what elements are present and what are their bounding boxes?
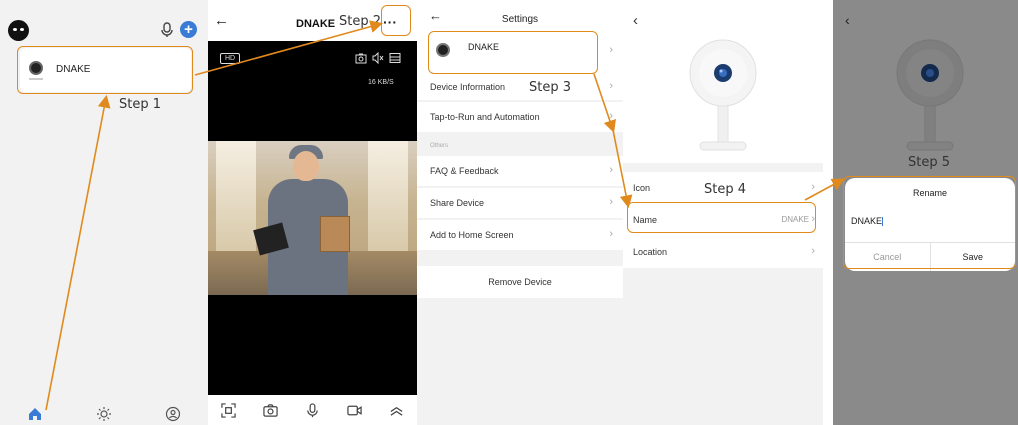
add-icon[interactable]: + [180,21,197,38]
step4-highlight [627,202,816,233]
camera-device-image [896,39,964,151]
settings-header: ← Settings [417,0,623,28]
settings-title: Settings [501,14,539,25]
chevron-right-icon: › [609,228,613,240]
mute-icon[interactable] [372,52,384,64]
step2-highlight [381,5,411,36]
chevron-right-icon: › [609,164,613,176]
chevron-right-icon: › [811,245,815,257]
settings-item-faq[interactable]: FAQ & Feedback › [417,156,623,186]
settings-item-tap-to-run[interactable]: Tap-to-Run and Automation › [417,102,623,132]
expand-icon[interactable] [389,403,404,418]
settings-item-share-device[interactable]: Share Device › [417,188,623,218]
step2-label: Step 2 [339,14,382,29]
step5-highlight [843,176,1016,269]
package-image [320,216,350,252]
camera-video-feed[interactable] [208,141,417,295]
live-view-top-icons [355,52,401,64]
chevron-right-icon: › [609,80,613,92]
stream-speed: 16 KB/S [368,79,394,86]
scene-icon[interactable] [96,406,112,422]
chevron-right-icon: › [609,196,613,208]
live-view-controls [208,395,417,425]
step3-label: Step 3 [529,80,572,95]
step5-label: Step 5 [908,155,951,170]
back-chevron-icon[interactable]: ‹ [633,12,638,29]
microphone-icon[interactable] [305,402,320,418]
microphone-icon[interactable] [160,22,174,38]
avatar-icon[interactable] [8,20,29,41]
home-icon[interactable] [27,406,43,422]
remove-device-button[interactable]: Remove Device [417,266,623,298]
back-arrow-icon[interactable]: ← [214,12,229,29]
back-chevron-icon[interactable]: ‹ [845,12,850,28]
panel-separator [823,0,833,425]
snapshot-icon[interactable] [355,52,367,64]
live-view-screen: ← DNAKE ··· HD 16 KB/S [208,0,417,425]
profile-icon[interactable] [165,406,181,422]
settings-item-device-information[interactable]: Device Information › [417,74,623,100]
device-image-area: ‹ [623,0,823,163]
detail-row-location[interactable]: Location › [623,236,823,268]
step4-label: Step 4 [704,182,747,197]
layout-icon[interactable] [389,52,401,64]
chevron-right-icon: › [811,181,815,193]
hd-quality-badge[interactable]: HD [220,53,241,64]
screenshot-icon[interactable] [221,402,237,418]
bottom-tab-bar [0,403,208,425]
step1-label: Step 1 [119,97,162,112]
chevron-right-icon: › [609,44,613,56]
step3-highlight [428,31,598,74]
step1-highlight [17,46,193,94]
record-icon[interactable] [347,403,362,418]
section-label-others: Others [430,143,449,149]
chevron-right-icon: › [609,110,613,122]
camera-device-image [689,39,757,151]
settings-item-add-to-home[interactable]: Add to Home Screen › [417,220,623,250]
live-view-title: DNAKE [296,18,336,30]
camera-icon[interactable] [263,403,278,418]
